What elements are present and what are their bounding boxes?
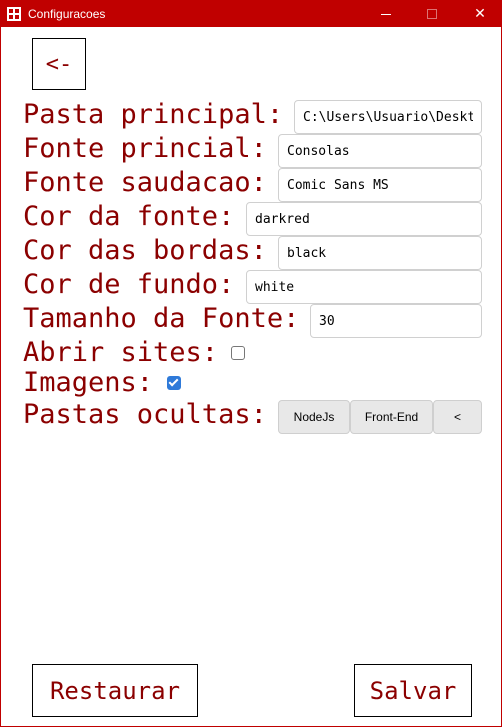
hidden-folder-chip-label: NodeJs [293, 410, 335, 424]
hidden-folder-chip[interactable]: Front-End [350, 400, 433, 434]
font-size-label: Tamanho da Fonte: [23, 303, 300, 334]
open-sites-checkbox[interactable] [231, 346, 245, 360]
back-button-label: <- [45, 51, 73, 77]
background-color-label: Cor de fundo: [23, 269, 235, 300]
images-label: Imagens: [23, 367, 154, 398]
restore-button[interactable]: Restaurar [32, 664, 198, 717]
font-color-input[interactable] [246, 202, 482, 236]
border-color-input[interactable] [278, 236, 482, 270]
main-folder-input[interactable] [294, 100, 482, 134]
main-font-label: Fonte princial: [23, 133, 267, 164]
font-size-input[interactable] [310, 304, 482, 338]
greeting-font-label: Fonte saudacao: [23, 167, 267, 198]
window-title: Configuracoes [28, 7, 106, 21]
hidden-folder-chip[interactable]: NodeJs [278, 400, 350, 434]
maximize-button [409, 1, 455, 27]
checkmark-icon [168, 376, 179, 387]
images-checkbox[interactable] [167, 376, 181, 390]
minimize-icon [381, 13, 391, 15]
maximize-icon [427, 9, 437, 19]
hidden-folders-scroll-label: < [453, 410, 461, 424]
font-color-label: Cor da fonte: [23, 201, 235, 232]
border-color-label: Cor das bordas: [23, 235, 267, 266]
save-button-label: Salvar [369, 676, 457, 705]
open-sites-label: Abrir sites: [23, 337, 219, 368]
close-button[interactable]: ✕ [457, 1, 502, 27]
main-font-input[interactable] [278, 134, 482, 168]
minimize-button[interactable] [363, 1, 409, 27]
main-folder-label: Pasta principal: [23, 99, 284, 130]
save-button[interactable]: Salvar [354, 664, 472, 717]
background-color-input[interactable] [246, 270, 482, 304]
hidden-folder-chip-label: Front-End [364, 410, 419, 424]
title-bar: Configuracoes ✕ [1, 1, 502, 27]
settings-window: Configuracoes ✕ <- Pasta principal: Font… [0, 0, 502, 727]
back-button[interactable]: <- [32, 38, 86, 90]
hidden-folders-label: Pastas ocultas: [23, 399, 267, 430]
restore-button-label: Restaurar [49, 676, 181, 705]
close-icon: ✕ [474, 6, 486, 22]
greeting-font-input[interactable] [278, 168, 482, 202]
app-icon [7, 7, 21, 21]
hidden-folders-scroll-button[interactable]: < [433, 400, 482, 434]
